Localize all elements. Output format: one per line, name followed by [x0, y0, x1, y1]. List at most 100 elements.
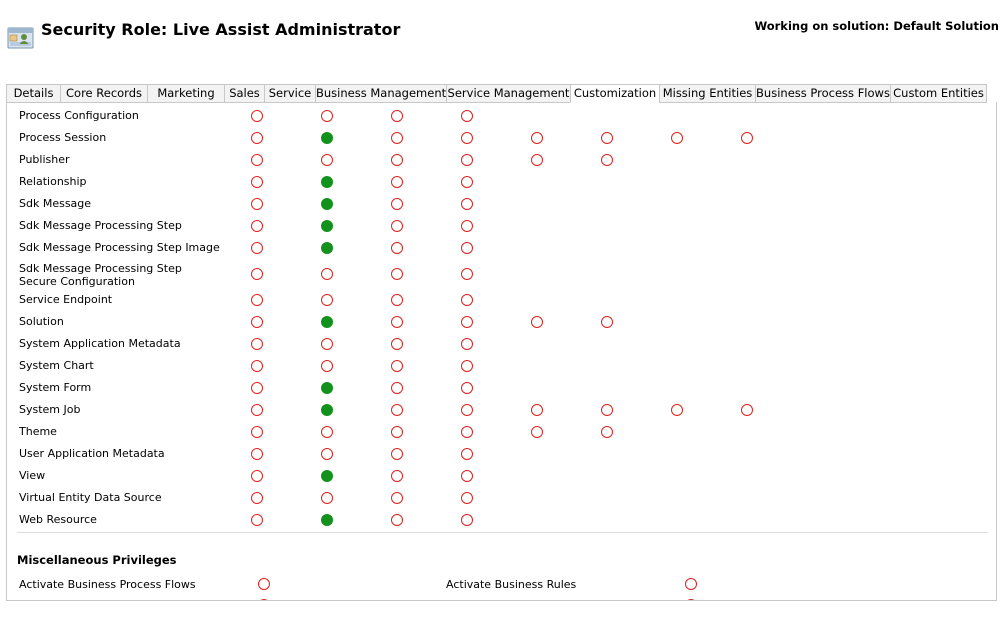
tab-marketing[interactable]: Marketing [147, 84, 225, 103]
privilege-none-icon[interactable] [461, 448, 473, 460]
privilege-none-icon[interactable] [461, 338, 473, 350]
privilege-full-icon[interactable] [321, 514, 333, 526]
privilege-none-icon[interactable] [391, 360, 403, 372]
tab-service[interactable]: Service [264, 84, 316, 103]
privilege-full-icon[interactable] [321, 220, 333, 232]
privilege-none-icon[interactable] [258, 599, 270, 600]
privilege-full-icon[interactable] [321, 382, 333, 394]
privilege-none-icon[interactable] [461, 492, 473, 504]
privilege-none-icon[interactable] [391, 198, 403, 210]
privilege-full-icon[interactable] [321, 316, 333, 328]
privilege-full-icon[interactable] [321, 132, 333, 144]
privilege-none-icon[interactable] [531, 132, 543, 144]
privilege-none-icon[interactable] [321, 492, 333, 504]
privilege-none-icon[interactable] [391, 404, 403, 416]
privilege-none-icon[interactable] [251, 338, 263, 350]
privilege-none-icon[interactable] [461, 470, 473, 482]
privilege-none-icon[interactable] [391, 176, 403, 188]
privilege-none-icon[interactable] [321, 360, 333, 372]
privilege-none-icon[interactable] [251, 382, 263, 394]
privilege-none-icon[interactable] [461, 316, 473, 328]
privilege-none-icon[interactable] [601, 404, 613, 416]
privilege-none-icon[interactable] [391, 316, 403, 328]
privilege-none-icon[interactable] [321, 294, 333, 306]
privilege-none-icon[interactable] [251, 426, 263, 438]
privilege-none-icon[interactable] [461, 294, 473, 306]
privilege-none-icon[interactable] [461, 110, 473, 122]
privilege-none-icon[interactable] [685, 578, 697, 590]
privilege-none-icon[interactable] [391, 132, 403, 144]
privilege-none-icon[interactable] [461, 242, 473, 254]
privilege-none-icon[interactable] [321, 338, 333, 350]
privilege-none-icon[interactable] [251, 448, 263, 460]
privilege-none-icon[interactable] [461, 132, 473, 144]
privilege-none-icon[interactable] [391, 338, 403, 350]
privilege-none-icon[interactable] [321, 110, 333, 122]
privilege-none-icon[interactable] [531, 316, 543, 328]
privilege-none-icon[interactable] [391, 268, 403, 280]
privilege-none-icon[interactable] [671, 404, 683, 416]
privilege-none-icon[interactable] [251, 514, 263, 526]
privilege-none-icon[interactable] [251, 294, 263, 306]
privilege-none-icon[interactable] [461, 514, 473, 526]
privilege-none-icon[interactable] [251, 220, 263, 232]
privilege-none-icon[interactable] [391, 448, 403, 460]
tab-business-management[interactable]: Business Management [315, 84, 447, 103]
privilege-none-icon[interactable] [251, 154, 263, 166]
privilege-none-icon[interactable] [461, 426, 473, 438]
privilege-none-icon[interactable] [251, 198, 263, 210]
privilege-none-icon[interactable] [391, 242, 403, 254]
privilege-none-icon[interactable] [531, 404, 543, 416]
privilege-none-icon[interactable] [461, 404, 473, 416]
tab-missing-entities[interactable]: Missing Entities [659, 84, 756, 103]
privilege-none-icon[interactable] [601, 426, 613, 438]
tab-business-process-flows[interactable]: Business Process Flows [755, 84, 891, 103]
tab-customization[interactable]: Customization [570, 84, 660, 103]
privilege-none-icon[interactable] [601, 132, 613, 144]
privilege-none-icon[interactable] [741, 132, 753, 144]
privilege-none-icon[interactable] [461, 154, 473, 166]
privilege-none-icon[interactable] [258, 578, 270, 590]
privilege-none-icon[interactable] [461, 360, 473, 372]
privilege-full-icon[interactable] [321, 404, 333, 416]
privilege-none-icon[interactable] [251, 404, 263, 416]
privilege-none-icon[interactable] [685, 599, 697, 600]
privilege-none-icon[interactable] [251, 242, 263, 254]
privilege-full-icon[interactable] [321, 470, 333, 482]
privilege-none-icon[interactable] [601, 154, 613, 166]
privilege-none-icon[interactable] [391, 514, 403, 526]
privilege-none-icon[interactable] [391, 154, 403, 166]
privilege-none-icon[interactable] [461, 220, 473, 232]
privilege-none-icon[interactable] [461, 382, 473, 394]
tab-custom-entities[interactable]: Custom Entities [890, 84, 987, 103]
privilege-none-icon[interactable] [321, 426, 333, 438]
privilege-none-icon[interactable] [251, 132, 263, 144]
tab-core-records[interactable]: Core Records [60, 84, 148, 103]
privilege-full-icon[interactable] [321, 198, 333, 210]
privilege-none-icon[interactable] [391, 382, 403, 394]
privilege-none-icon[interactable] [391, 470, 403, 482]
privilege-none-icon[interactable] [391, 110, 403, 122]
tab-service-management[interactable]: Service Management [446, 84, 571, 103]
privilege-none-icon[interactable] [461, 268, 473, 280]
privilege-none-icon[interactable] [251, 176, 263, 188]
privilege-none-icon[interactable] [461, 176, 473, 188]
privilege-none-icon[interactable] [531, 154, 543, 166]
privilege-none-icon[interactable] [601, 316, 613, 328]
privilege-none-icon[interactable] [461, 198, 473, 210]
privilege-none-icon[interactable] [321, 268, 333, 280]
privilege-none-icon[interactable] [321, 154, 333, 166]
tab-sales[interactable]: Sales [224, 84, 265, 103]
privilege-none-icon[interactable] [251, 470, 263, 482]
privilege-none-icon[interactable] [531, 426, 543, 438]
privilege-none-icon[interactable] [391, 426, 403, 438]
privilege-none-icon[interactable] [391, 220, 403, 232]
tab-details[interactable]: Details [6, 84, 61, 103]
privilege-none-icon[interactable] [251, 360, 263, 372]
privilege-none-icon[interactable] [391, 294, 403, 306]
privilege-full-icon[interactable] [321, 176, 333, 188]
privilege-none-icon[interactable] [251, 316, 263, 328]
privilege-none-icon[interactable] [321, 448, 333, 460]
privilege-none-icon[interactable] [671, 132, 683, 144]
privilege-full-icon[interactable] [321, 242, 333, 254]
